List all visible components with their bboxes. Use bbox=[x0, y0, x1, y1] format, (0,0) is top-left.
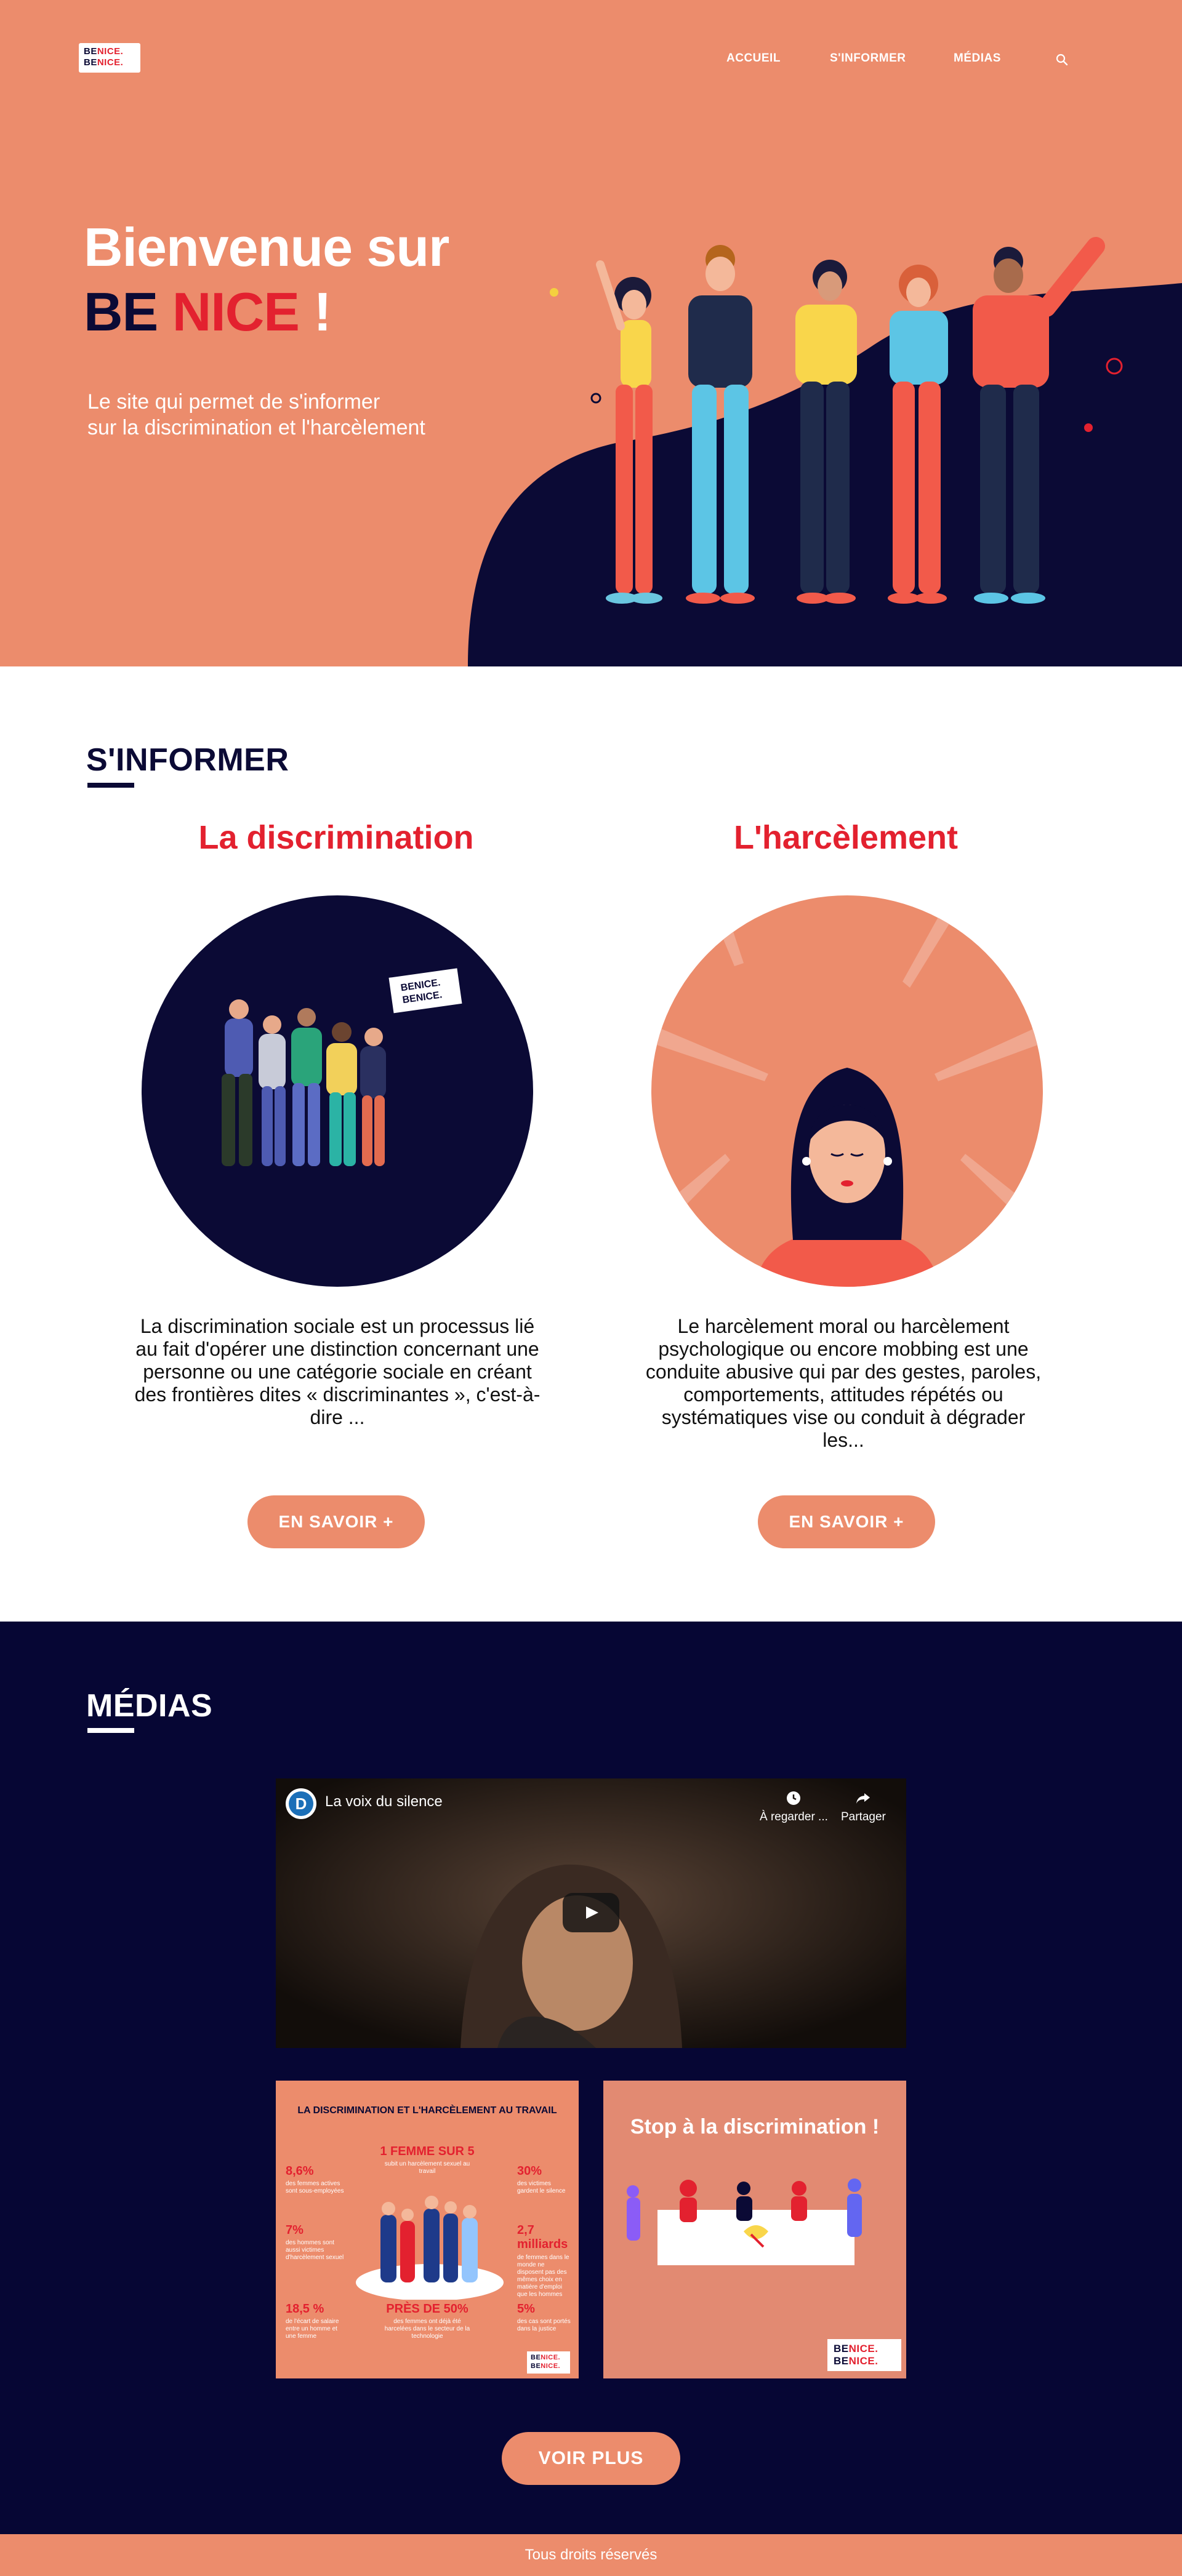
stat-number: 7% bbox=[286, 2223, 304, 2237]
stat-number: 8,6% bbox=[286, 2164, 314, 2178]
video-title[interactable]: La voix du silence bbox=[325, 1793, 443, 1810]
harcelement-en-savoir-button[interactable]: EN SAVOIR + bbox=[758, 1495, 935, 1548]
discrimination-illustration: BENICE. BENICE. bbox=[142, 895, 533, 1287]
footer: Tous droits réservés bbox=[0, 2534, 1182, 2576]
stat-number: 30% bbox=[517, 2164, 542, 2178]
stat-text: subit un harcèlement sexuel au travail bbox=[384, 2161, 470, 2175]
informer-title-underline bbox=[87, 783, 134, 788]
infographic-logo: BENICE. BENICE. bbox=[527, 2351, 570, 2374]
poster-protest-illustration bbox=[627, 2178, 862, 2265]
hero-illustration-group-of-people bbox=[596, 237, 1105, 604]
harcelement-card-text: Le harcèlement moral ou harcèlement psyc… bbox=[645, 1315, 1042, 1451]
informer-section-title: S'INFORMER bbox=[86, 742, 289, 778]
share-button[interactable]: Partager bbox=[841, 1790, 886, 1824]
stat-number: 1 FEMME SUR 5 bbox=[380, 2145, 475, 2158]
discrimination-card-title: La discrimination bbox=[198, 819, 474, 856]
medias-title-underline bbox=[87, 1728, 134, 1733]
nav-item-sinformer[interactable]: S'INFORMER bbox=[830, 52, 906, 65]
infographic-heading: LA DISCRIMINATION ET L'HARCÈLEMENT AU TR… bbox=[297, 2105, 557, 2116]
watch-later-button[interactable]: À regarder ... bbox=[760, 1790, 828, 1824]
stat-text: des victimes gardent le silence bbox=[517, 2180, 566, 2194]
stat-number: 5% bbox=[517, 2302, 535, 2316]
share-icon bbox=[856, 1793, 870, 1804]
stat-number: PRÈS DE 50% bbox=[386, 2302, 468, 2316]
infographic-tile[interactable]: LA DISCRIMINATION ET L'HARCÈLEMENT AU TR… bbox=[276, 2081, 579, 2378]
poster-logo: BENICE. BENICE. bbox=[827, 2339, 901, 2371]
medias-section-title: MÉDIAS bbox=[86, 1688, 213, 1724]
play-icon bbox=[586, 1906, 598, 1919]
stat-text: des hommes sont aussi victimes d'harcèle… bbox=[286, 2239, 344, 2261]
discrimination-en-savoir-button[interactable]: EN SAVOIR + bbox=[247, 1495, 425, 1548]
hero-subtitle: Le site qui permet de s'informer sur la … bbox=[87, 390, 425, 439]
footer-copyright: Tous droits réservés bbox=[525, 2546, 657, 2563]
channel-avatar[interactable]: D bbox=[286, 1788, 316, 1819]
video-player[interactable]: D La voix du silence À regarder ... Part… bbox=[276, 1778, 906, 2048]
stat-text: de l'écart de salaire entre un homme et … bbox=[286, 2318, 339, 2340]
nav-item-accueil[interactable]: ACCUEIL bbox=[726, 52, 781, 65]
harcelement-card-title: L'harcèlement bbox=[734, 819, 958, 856]
hero-title: Bienvenue sur bbox=[84, 217, 449, 278]
harcelement-illustration bbox=[651, 895, 1043, 1287]
stat-number: 2,7 milliards bbox=[517, 2223, 568, 2251]
discrimination-card-text: La discrimination sociale est un process… bbox=[134, 1315, 541, 1428]
search-icon[interactable] bbox=[1054, 52, 1070, 68]
medias-section bbox=[0, 1622, 1182, 2534]
play-button[interactable] bbox=[563, 1893, 619, 1932]
main-nav: ACCUEIL S'INFORMER MÉDIAS bbox=[0, 52, 1182, 70]
voir-plus-button[interactable]: VOIR PLUS bbox=[502, 2432, 680, 2485]
stat-text: des femmes ont déjà été harcelées dans l… bbox=[384, 2318, 470, 2340]
stat-text: des cas sont portés dans la justice bbox=[517, 2318, 571, 2332]
hero-section: BENICE. BENICE. ACCUEIL S'INFORMER MÉDIA… bbox=[0, 0, 1182, 666]
clock-icon bbox=[787, 1791, 801, 1805]
poster-title: Stop à la discrimination ! bbox=[630, 2115, 880, 2138]
hero-brand-title: BE NICE ! bbox=[84, 281, 332, 342]
infographic-people-illustration bbox=[356, 2196, 504, 2300]
nav-item-medias[interactable]: MÉDIAS bbox=[954, 52, 1001, 65]
stop-discrimination-poster[interactable]: Stop à la discrimination ! BENICE. BENIC… bbox=[603, 2081, 906, 2378]
stat-text: de femmes dans le monde ne disposent pas… bbox=[517, 2254, 569, 2298]
stat-text: des femmes actives sont sous-employées bbox=[286, 2180, 344, 2194]
stat-number: 18,5 % bbox=[286, 2302, 324, 2316]
